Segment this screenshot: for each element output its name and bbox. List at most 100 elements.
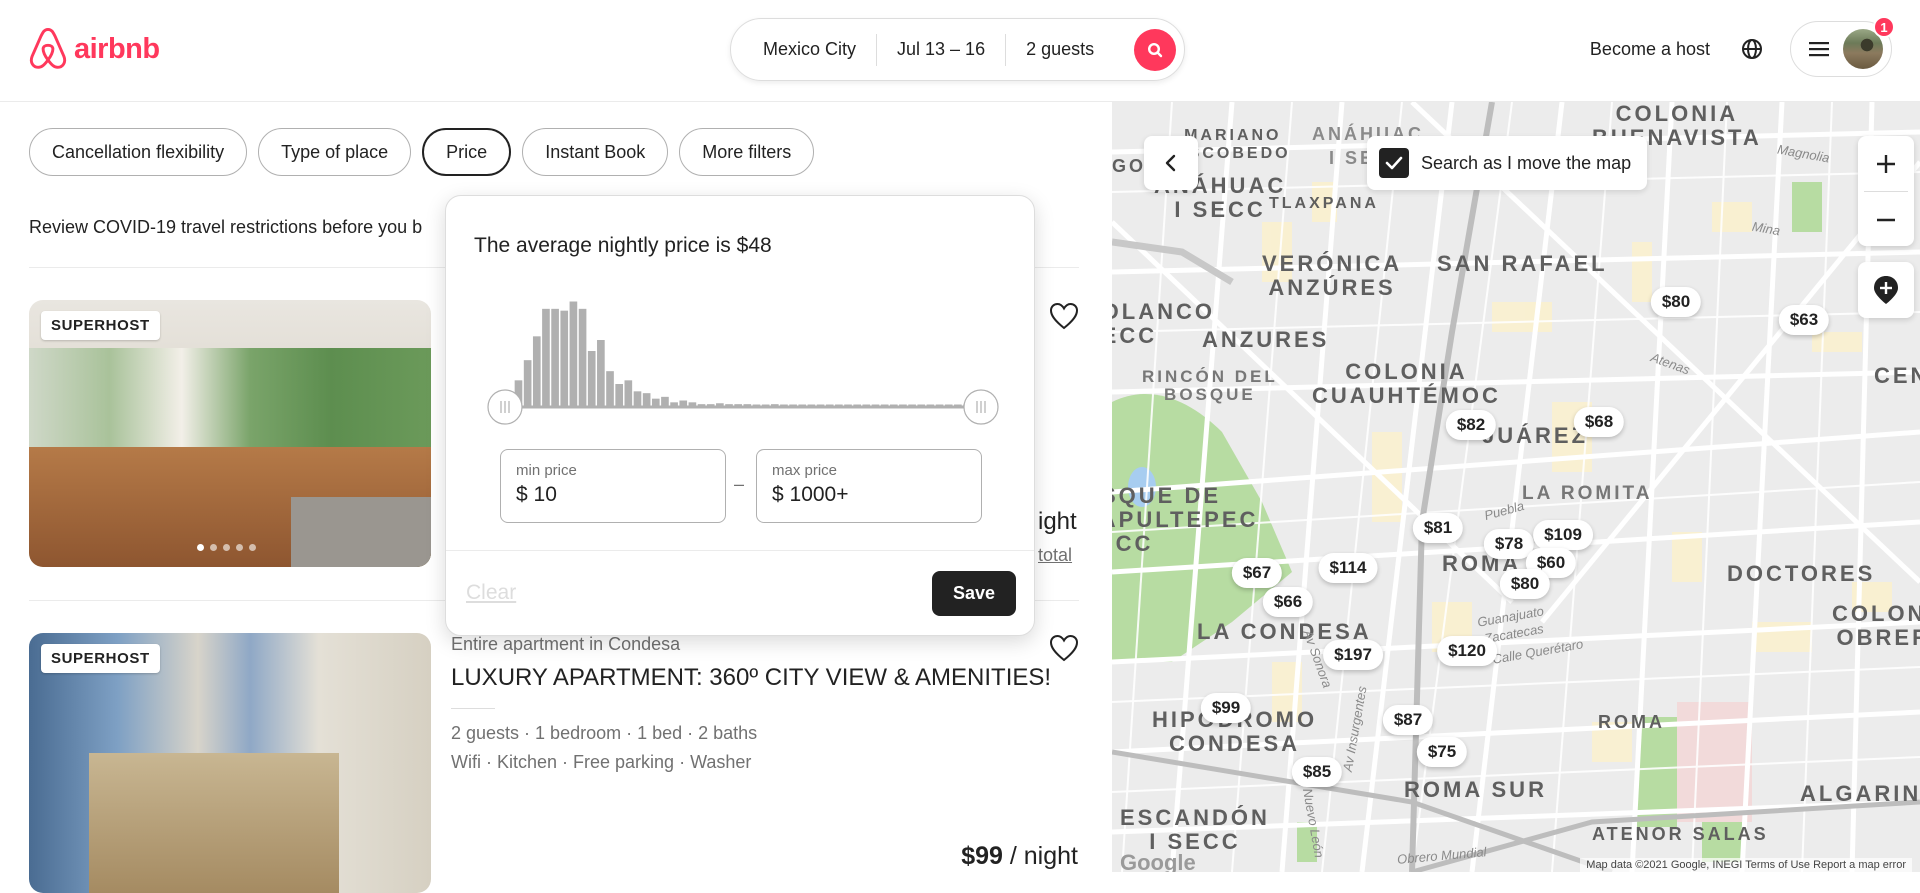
carousel-dot[interactable] — [197, 544, 204, 551]
listing-total-link[interactable]: total — [1038, 545, 1072, 566]
zoom-in-button[interactable] — [1858, 136, 1914, 191]
filter-more-filters[interactable]: More filters — [679, 128, 815, 176]
search-as-move-label: Search as I move the map — [1421, 152, 1632, 173]
price-filter-popup: The average nightly price is $48 min pri… — [445, 195, 1035, 636]
histogram-bar — [651, 398, 660, 406]
listing-amenities: Wifi · Kitchen · Free parking · Washer — [451, 752, 752, 772]
airbnb-logo[interactable]: airbnb — [28, 27, 160, 71]
min-price-field[interactable]: min price $ 10 — [500, 449, 726, 523]
filter-cancellation-flexibility[interactable]: Cancellation flexibility — [29, 128, 248, 176]
divider — [451, 708, 495, 709]
histogram-bar — [597, 340, 605, 406]
filter-instant-book[interactable]: Instant Book — [522, 128, 669, 176]
listing-photo[interactable]: SUPERHOST — [29, 633, 431, 893]
google-logo: Google — [1120, 850, 1196, 872]
map-price-pin[interactable]: $99 — [1200, 693, 1252, 723]
save-button[interactable]: Save — [932, 571, 1016, 616]
user-menu-button[interactable]: 1 — [1790, 16, 1895, 77]
zoom-out-button[interactable] — [1858, 192, 1914, 247]
map-label: ALGARIN — [1800, 781, 1920, 806]
minus-icon — [1877, 218, 1895, 221]
range-separator: – — [734, 474, 745, 494]
divider — [446, 550, 1034, 551]
price-amount: $99 — [961, 842, 1003, 870]
map-price-pin[interactable]: $66 — [1262, 587, 1314, 617]
histogram-bar — [578, 308, 587, 406]
filter-type-of-place[interactable]: Type of place — [258, 128, 412, 176]
map-price-pin[interactable]: $67 — [1231, 558, 1283, 588]
add-place-button[interactable] — [1858, 262, 1914, 318]
map-label: ESCANDÓN I SECC — [1120, 805, 1270, 854]
map-price-pin[interactable]: $75 — [1416, 737, 1468, 767]
min-price-handle[interactable] — [487, 389, 523, 425]
map-label: BOSQUE DE CHAPULTEPEC I SECC — [1112, 483, 1259, 556]
histogram-bar — [661, 396, 669, 406]
carousel-dot[interactable] — [236, 544, 243, 551]
globe-icon[interactable] — [1740, 37, 1764, 61]
listing-type: Entire apartment in Condesa — [451, 634, 681, 654]
map-price-pin[interactable]: $78 — [1483, 529, 1535, 559]
histogram-bar — [670, 402, 678, 406]
histogram-bar — [542, 308, 550, 406]
map-label: JUÁREZ — [1482, 423, 1589, 448]
covid-notice[interactable]: Review COVID-19 travel restrictions befo… — [29, 217, 422, 238]
min-price-value[interactable]: $ 10 — [516, 483, 710, 507]
map-price-pin[interactable]: $197 — [1323, 640, 1383, 670]
map-price-pin[interactable]: $85 — [1291, 757, 1343, 787]
map[interactable]: COLONIA BUENAVISTA MARIANO ESCOBEDO ANÁH… — [1112, 102, 1920, 872]
histogram-bar — [551, 308, 559, 406]
histogram-bar — [560, 310, 569, 406]
listing-details: 2 guests · 1 bedroom · 1 bed · 2 baths — [451, 723, 758, 743]
map-price-pin[interactable]: $109 — [1533, 520, 1593, 550]
min-price-label: min price — [516, 462, 577, 479]
map-price-pin[interactable]: $82 — [1445, 410, 1497, 440]
search-bar[interactable]: Mexico City Jul 13 – 16 2 guests — [730, 18, 1185, 81]
save-to-wishlist-heart-icon[interactable] — [1048, 300, 1080, 332]
become-host-link[interactable]: Become a host — [1590, 39, 1710, 60]
carousel-dot[interactable] — [223, 544, 230, 551]
save-to-wishlist-heart-icon[interactable] — [1048, 632, 1080, 664]
search-dates[interactable]: Jul 13 – 16 — [877, 39, 1005, 60]
map-price-pin[interactable]: $80 — [1650, 287, 1702, 317]
map-label: TLAXPANA — [1269, 195, 1379, 212]
map-price-pin[interactable]: $68 — [1573, 407, 1625, 437]
map-price-pin[interactable]: $80 — [1499, 569, 1551, 599]
listing-price: ight — [1038, 508, 1077, 535]
superhost-badge: SUPERHOST — [41, 311, 160, 340]
brand-name: airbnb — [74, 32, 160, 65]
collapse-map-button[interactable] — [1144, 136, 1198, 190]
search-as-move-checkbox[interactable] — [1379, 148, 1409, 178]
search-guests[interactable]: 2 guests — [1006, 39, 1114, 60]
histogram-bar — [688, 402, 697, 406]
histogram-bar — [679, 400, 688, 406]
max-price-value[interactable]: $ 1000+ — [772, 483, 966, 507]
map-price-pin[interactable]: $114 — [1318, 553, 1378, 583]
search-icon — [1147, 42, 1163, 58]
map-price-pin[interactable]: $120 — [1437, 636, 1497, 666]
map-attribution[interactable]: Map data ©2021 Google, INEGI Terms of Us… — [1580, 858, 1912, 872]
map-label: VERÓNICA ANZÚRES — [1262, 251, 1403, 300]
map-price-pin[interactable]: $63 — [1778, 305, 1830, 335]
max-price-field[interactable]: max price $ 1000+ — [756, 449, 982, 523]
carousel-dot[interactable] — [249, 544, 256, 551]
carousel-dot[interactable] — [210, 544, 217, 551]
clear-button[interactable]: Clear — [466, 581, 516, 605]
map-label: ROMA SUR — [1404, 777, 1547, 802]
map-price-pin[interactable]: $81 — [1412, 513, 1464, 543]
map-label: RINCÓN DEL BOSQUE — [1142, 367, 1278, 404]
histogram-bar — [606, 371, 614, 406]
listing-photo[interactable]: SUPERHOST — [29, 300, 431, 567]
max-price-handle[interactable] — [963, 389, 999, 425]
search-as-move-toggle[interactable]: Search as I move the map — [1367, 136, 1648, 190]
search-location[interactable]: Mexico City — [763, 39, 876, 60]
price-unit: / night — [1002, 842, 1078, 870]
listing-title[interactable]: LUXURY APARTMENT: 360º CITY VIEW & AMENI… — [451, 664, 1051, 692]
search-button[interactable] — [1134, 29, 1176, 71]
max-price-label: max price — [772, 462, 838, 479]
map-label: POLANCO SECC — [1112, 299, 1215, 348]
filter-price[interactable]: Price — [422, 128, 512, 176]
right-nav: Become a host 1 — [1590, 16, 1895, 77]
map-price-pin[interactable]: $87 — [1382, 705, 1434, 735]
histogram-bar — [569, 301, 578, 406]
average-price-text: The average nightly price is $48 — [474, 234, 772, 257]
